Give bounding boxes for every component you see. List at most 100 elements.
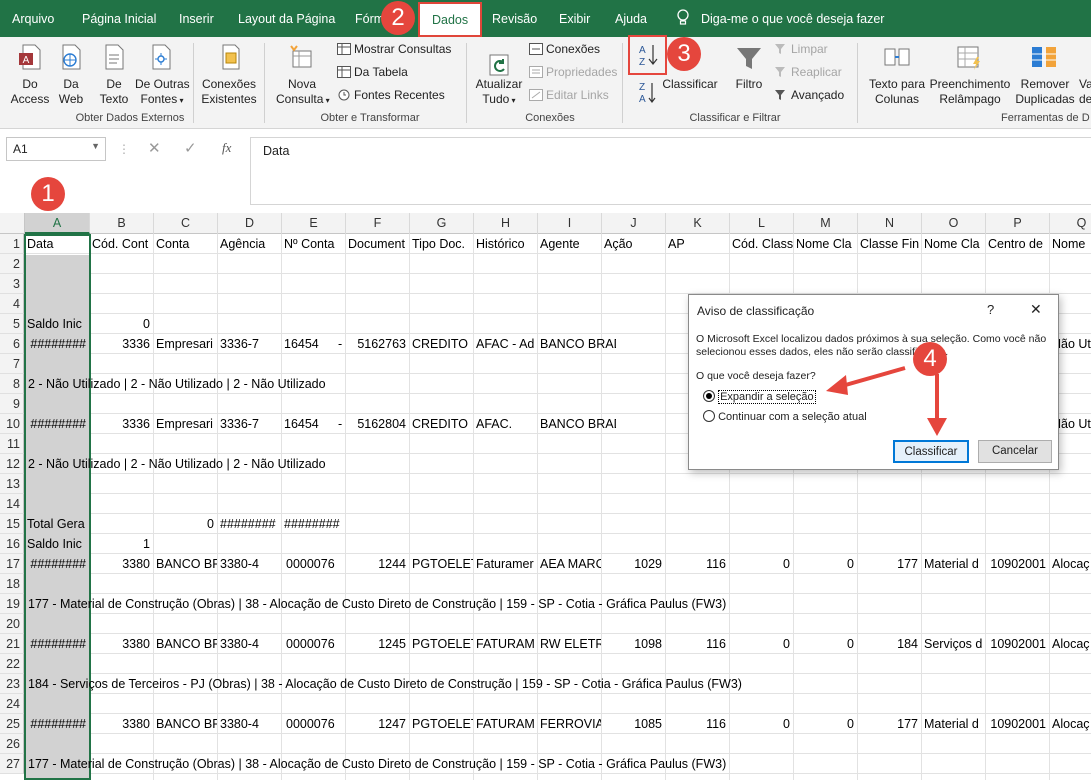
select-all-corner[interactable] xyxy=(0,213,25,234)
text-to-columns-button[interactable]: Texto para Colunas xyxy=(866,77,928,107)
classificar-button[interactable]: Classificar xyxy=(893,440,969,463)
flash-fill-button[interactable]: Preenchimento Relâmpago xyxy=(928,77,1012,107)
cell[interactable]: BANCO BRADESCO S. xyxy=(540,414,616,434)
row-header-14[interactable]: 14 xyxy=(0,494,24,514)
validation-button[interactable]: Va de xyxy=(1079,77,1091,107)
column-header-n[interactable]: N xyxy=(858,213,922,234)
sort-az-button[interactable]: AZ xyxy=(628,35,667,75)
cell[interactable]: ######## xyxy=(220,514,281,534)
cell[interactable]: CREDITO xyxy=(412,414,473,434)
cell[interactable]: 0 xyxy=(796,554,857,574)
option-expand-selection[interactable]: Expandir a seleção xyxy=(703,390,816,404)
cell[interactable]: 0 xyxy=(796,634,857,654)
row-header-4[interactable]: 4 xyxy=(0,294,24,314)
row-header-22[interactable]: 22 xyxy=(0,654,24,674)
properties-button[interactable]: Propriedades xyxy=(529,65,617,79)
cancel-button[interactable]: Cancelar xyxy=(978,440,1052,463)
tab-formulas[interactable]: Fórm xyxy=(355,0,384,37)
from-access-button[interactable]: Do Access xyxy=(8,77,52,107)
cell[interactable]: 1247 xyxy=(348,714,409,734)
cell[interactable]: 3336-7 xyxy=(220,334,281,354)
cell[interactable]: 116 xyxy=(668,714,729,734)
row-header-16[interactable]: 16 xyxy=(0,534,24,554)
show-queries-button[interactable]: Mostrar Consultas xyxy=(337,42,451,56)
cell[interactable]: 1245 xyxy=(348,634,409,654)
refresh-all-button[interactable]: Atualizar Tudo ▾ xyxy=(470,77,528,108)
tab-revisao[interactable]: Revisão xyxy=(492,0,537,37)
from-web-button[interactable]: Da Web xyxy=(51,77,91,107)
recent-sources-button[interactable]: Fontes Recentes xyxy=(337,88,445,102)
column-header-f[interactable]: F xyxy=(346,213,410,234)
tab-pagina-inicial[interactable]: Página Inicial xyxy=(82,0,156,37)
row-header-8[interactable]: 8 xyxy=(0,374,24,394)
cell[interactable]: 3336-7 xyxy=(220,414,281,434)
row-header-15[interactable]: 15 xyxy=(0,514,24,534)
cell[interactable]: Empresari xyxy=(156,334,217,354)
cell[interactable]: 1 xyxy=(92,534,153,554)
cell[interactable]: FATURAM xyxy=(476,714,537,734)
cell[interactable]: - xyxy=(338,334,348,354)
cell[interactable]: PGTOELET xyxy=(412,634,473,654)
cell[interactable]: 10902001 xyxy=(988,554,1049,574)
cell[interactable]: PGTOELET xyxy=(412,554,473,574)
cell[interactable]: Nº Conta xyxy=(284,234,345,254)
cell[interactable]: Classe Fin xyxy=(860,234,921,254)
existing-connections-button[interactable]: Conexões Existentes xyxy=(199,77,259,107)
cell[interactable]: AP xyxy=(668,234,729,254)
column-header-p[interactable]: P xyxy=(986,213,1050,234)
row-header-3[interactable]: 3 xyxy=(0,274,24,294)
help-button[interactable]: ? xyxy=(987,302,994,317)
reapply-button[interactable]: Reaplicar xyxy=(774,65,842,79)
cell[interactable]: 184 xyxy=(860,634,921,654)
cell[interactable]: Cód. Class xyxy=(732,234,793,254)
cell[interactable]: 3380 xyxy=(92,714,153,734)
cell[interactable]: Agente xyxy=(540,234,601,254)
column-header-j[interactable]: J xyxy=(602,213,666,234)
cell[interactable]: 5162804 xyxy=(348,414,409,434)
cell[interactable]: PGTOELET xyxy=(412,714,473,734)
cell[interactable]: BANCO BRADESCO S. xyxy=(540,334,616,354)
cell[interactable]: ######## xyxy=(27,554,89,574)
remove-duplicates-button[interactable]: Remover Duplicadas xyxy=(1013,77,1077,107)
radio-unselected[interactable] xyxy=(703,410,715,422)
column-header-m[interactable]: M xyxy=(794,213,858,234)
cell[interactable]: ######## xyxy=(27,634,89,654)
cell[interactable]: 3380 xyxy=(92,554,153,574)
cell[interactable]: 116 xyxy=(668,554,729,574)
row-header-6[interactable]: 6 xyxy=(0,334,24,354)
cell[interactable]: 5162763 xyxy=(348,334,409,354)
tab-dados[interactable]: Dados xyxy=(418,2,483,37)
tab-arquivo[interactable]: Arquivo xyxy=(12,0,54,37)
cell[interactable]: Saldo Inic xyxy=(27,534,89,554)
row-header-19[interactable]: 19 xyxy=(0,594,24,614)
cell[interactable]: 16454 xyxy=(284,414,345,434)
row-header-27[interactable]: 27 xyxy=(0,754,24,774)
cell[interactable]: ######## xyxy=(284,514,345,534)
column-header-l[interactable]: L xyxy=(730,213,794,234)
cell[interactable]: BANCO BF xyxy=(156,714,217,734)
column-header-k[interactable]: K xyxy=(666,213,730,234)
cell[interactable]: 0000076 xyxy=(286,634,347,654)
from-text-button[interactable]: De Texto xyxy=(94,77,134,107)
from-other-sources-button[interactable]: De Outras Fontes ▾ xyxy=(135,77,190,108)
check-icon[interactable]: ✓ xyxy=(184,139,197,157)
cell[interactable]: 0 xyxy=(156,514,217,534)
cell[interactable]: 0 xyxy=(732,634,793,654)
cell[interactable]: Data xyxy=(27,234,89,254)
cell[interactable]: FERROVIA xyxy=(540,714,601,734)
cell[interactable]: Centro de xyxy=(988,234,1049,254)
cell[interactable]: Alocaç xyxy=(1052,554,1091,574)
merged-text-row[interactable]: 2 - Não Utilizado | 2 - Não Utilizado | … xyxy=(25,454,326,473)
cell[interactable]: CREDITO xyxy=(412,334,473,354)
cell[interactable]: 16454 xyxy=(284,334,345,354)
cell[interactable]: ######## xyxy=(27,414,89,434)
cell[interactable]: 3380 xyxy=(92,634,153,654)
row-header-12[interactable]: 12 xyxy=(0,454,24,474)
cell[interactable]: Nome Cla xyxy=(796,234,857,254)
cell[interactable]: Nome Cla xyxy=(924,234,985,254)
cell[interactable]: 0000076 xyxy=(286,554,347,574)
cell[interactable]: Material d xyxy=(924,554,985,574)
tell-me-search[interactable]: Diga-me o que você deseja fazer xyxy=(701,0,884,37)
cell[interactable]: RW ELETRI xyxy=(540,634,601,654)
row-header-24[interactable]: 24 xyxy=(0,694,24,714)
